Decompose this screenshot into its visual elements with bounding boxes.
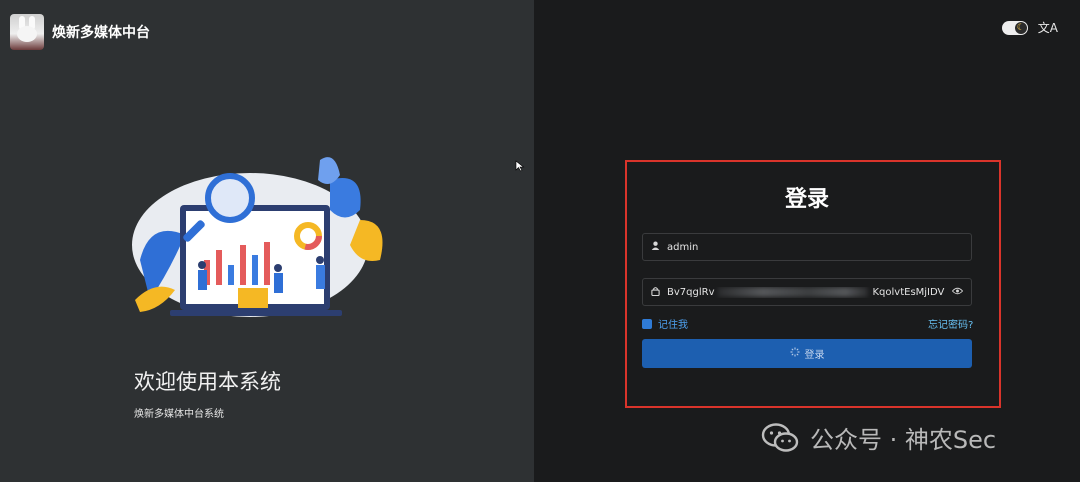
mouse-cursor-icon	[515, 160, 525, 172]
password-field[interactable]: Bv7qglRv KqolvtEsMjIDV	[642, 278, 972, 306]
remember-me[interactable]: 记住我	[642, 316, 688, 331]
password-suffix: KqolvtEsMjIDV	[872, 286, 945, 298]
loading-spinner-icon	[790, 347, 800, 360]
password-redaction	[718, 286, 869, 297]
dashboard-illustration	[132, 157, 383, 317]
translate-icon[interactable]: 文A	[1038, 19, 1058, 36]
watermark-text: 公众号 · 神农Sec	[810, 426, 997, 454]
moon-icon: ☾	[1014, 21, 1027, 34]
app-title: 焕新多媒体中台	[52, 25, 150, 41]
login-button[interactable]: 登录	[642, 339, 972, 368]
username-field[interactable]: admin	[642, 233, 972, 261]
top-controls: ☾ 文A	[1001, 19, 1058, 36]
brand: 焕新多媒体中台	[10, 14, 150, 50]
remember-label: 记住我	[658, 320, 688, 331]
wechat-icon	[761, 422, 799, 452]
welcome-subtitle: 焕新多媒体中台系统	[134, 409, 224, 420]
lock-icon	[651, 286, 667, 299]
eye-icon[interactable]	[951, 287, 964, 298]
user-icon	[651, 241, 667, 253]
login-title: 登录	[784, 187, 829, 212]
welcome-title: 欢迎使用本系统	[134, 370, 281, 394]
avatar	[10, 14, 44, 50]
password-prefix: Bv7qglRv	[667, 286, 715, 298]
username-value: admin	[667, 241, 699, 253]
login-button-label: 登录	[804, 350, 825, 361]
forgot-password-link[interactable]: 忘记密码?	[928, 316, 973, 331]
theme-toggle[interactable]: ☾	[1001, 20, 1028, 35]
remember-checkbox[interactable]	[642, 318, 652, 329]
watermark: 公众号 · 神农Sec	[760, 420, 996, 455]
password-value: Bv7qglRv KqolvtEsMjIDV	[667, 286, 952, 298]
